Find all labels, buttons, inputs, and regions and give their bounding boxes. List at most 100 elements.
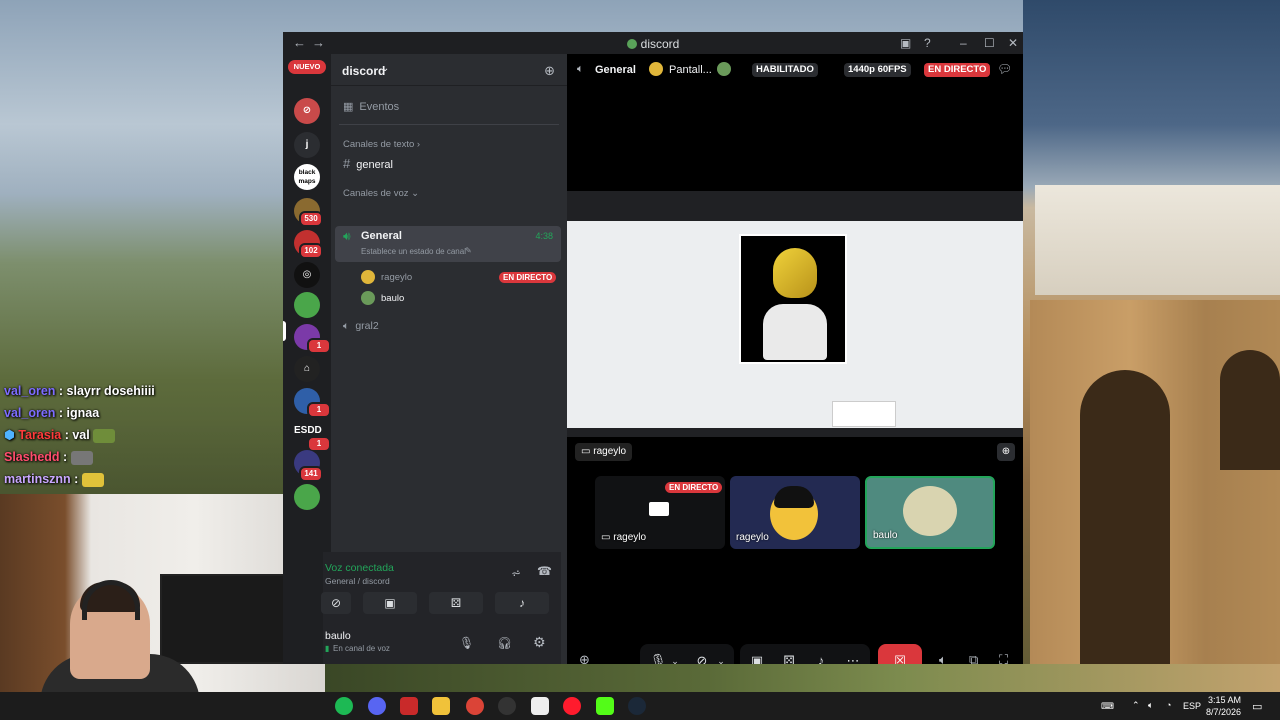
channel-general-text[interactable]: # general — [343, 156, 393, 171]
server-badge: 141 — [299, 466, 323, 482]
server-icon[interactable]: ⊘ — [294, 98, 320, 124]
speaker-icon: 🔊︎ — [343, 229, 351, 243]
notification-icon[interactable]: ▭ — [1252, 700, 1262, 713]
steam-icon[interactable] — [628, 697, 646, 715]
chrome-icon[interactable] — [466, 697, 484, 715]
voice-stage: 🔈︎ General Pantall... HABILITADO 1440p 6… — [567, 54, 1023, 664]
server-badge: 1 — [307, 338, 331, 354]
participant-tile-screen[interactable]: EN DIRECTO ▭ rageylo — [595, 476, 725, 549]
clock-time[interactable]: 3:15 AM — [1208, 695, 1241, 705]
speaker-icon: 🔈︎ — [577, 63, 584, 75]
share-screen-button[interactable]: ▣ — [746, 644, 768, 664]
stream-label: ▭ rageylo — [575, 443, 633, 461]
user-panel: baulo ▮ En canal de voz 🎙︎ 🎧︎ ⚙ — [323, 624, 561, 664]
windows-taskbar: ⌨ ⌃ 🔈︎ ◔ ESP 3:15 AM 8/7/2026 ▭ — [0, 692, 1280, 720]
participant-tile-rageylo[interactable]: rageylo — [730, 476, 860, 549]
zoom-icon[interactable]: ⊕ — [997, 443, 1015, 461]
shared-taskbar — [567, 428, 1023, 437]
network-icon[interactable]: ◔ — [1166, 700, 1171, 710]
spotify-icon[interactable] — [335, 697, 353, 715]
keyboard-icon[interactable]: ⌨ — [1101, 701, 1114, 712]
camera-button[interactable]: ⊘ — [321, 592, 351, 614]
live-badge: EN DIRECTO — [499, 272, 557, 283]
minimize-button[interactable]: – — [960, 36, 967, 50]
calendar-icon: ▦ — [343, 101, 354, 113]
mic-camera-controls: 🎙︎ ⌄ ⊘ ⌄ — [640, 644, 734, 664]
voice-member-rageylo[interactable]: rageylo — [381, 272, 412, 283]
help-icon[interactable]: ? — [924, 36, 931, 50]
server-icon-black-maps[interactable]: black maps — [294, 164, 320, 190]
server-icon[interactable]: ◎ — [294, 262, 320, 288]
quality-pill: 1440p 60FPS — [844, 63, 911, 77]
app-icon[interactable] — [531, 697, 549, 715]
activity-controls: ▣ ⚄ ♪ ⋯ — [740, 644, 870, 664]
file-explorer-icon[interactable] — [432, 697, 450, 715]
kick-icon[interactable] — [596, 697, 614, 715]
server-icon-j[interactable]: j — [294, 132, 320, 158]
discord-taskbar-icon[interactable] — [498, 697, 516, 715]
category-text-channels[interactable]: Canales de texto › — [343, 139, 420, 150]
soundboard-button[interactable]: ♪ — [810, 644, 832, 664]
soundboard-button[interactable]: ♪ — [495, 592, 549, 614]
screen-share-stream[interactable] — [567, 191, 1023, 437]
volume-tray-icon[interactable]: 🔈︎ — [1148, 700, 1153, 711]
new-badge: NUEVO — [288, 60, 326, 74]
server-icon[interactable] — [294, 484, 320, 510]
chat-icon[interactable]: 💬︎ — [997, 62, 1012, 76]
avatar — [649, 62, 663, 76]
server-icon[interactable] — [294, 292, 320, 318]
chevron-down-icon[interactable]: ⌄ — [716, 644, 726, 664]
disconnect-button[interactable]: ☒ — [878, 644, 922, 664]
share-screen-button[interactable]: ▣ — [363, 592, 417, 614]
discord-window: ←→ discord ▣ ? – ☐ ✕ NUEVO ⊘ j black map… — [283, 32, 1023, 664]
wallpaper-bottom — [325, 664, 1280, 692]
fullscreen-icon[interactable]: ⛶ — [999, 652, 1008, 664]
maximize-button[interactable]: ☐ — [984, 36, 995, 50]
category-voice-channels[interactable]: Canales de voz ⌄ — [343, 188, 419, 199]
camera-button[interactable]: ⊘ — [692, 644, 712, 664]
chevron-down-icon[interactable]: ⌄ — [670, 644, 680, 664]
close-button[interactable]: ✕ — [1008, 36, 1018, 50]
clock-date[interactable]: 8/7/2026 — [1206, 707, 1241, 717]
voice-channel-gral2[interactable]: 🔈︎ gral2 — [343, 320, 379, 333]
chat-message: ⬢ Tarasia : val — [4, 424, 284, 446]
rail-active-indicator — [283, 321, 286, 341]
server-header[interactable]: discord ⌄ ⊕ — [331, 54, 567, 86]
avatar — [361, 270, 375, 284]
wallpaper-bridge — [1030, 300, 1280, 692]
inbox-icon[interactable]: ▣ — [900, 36, 911, 50]
discord-alt-icon[interactable] — [368, 697, 386, 715]
noise-suppression-icon[interactable]: ⩫ — [511, 566, 521, 580]
participant-tile-baulo[interactable]: baulo — [865, 476, 995, 549]
add-user-icon[interactable]: ⊕ — [544, 63, 555, 79]
disconnect-icon[interactable]: ☎ — [537, 564, 552, 578]
leave-call-icon: ☒ — [894, 653, 906, 664]
discord-logo-icon — [626, 39, 637, 49]
microphone-icon[interactable]: 🎙︎ — [459, 636, 474, 650]
avatar — [903, 486, 957, 536]
server-icon[interactable]: ⌂ — [294, 356, 320, 382]
language-indicator[interactable]: ESP — [1183, 701, 1201, 711]
headphones-icon[interactable]: 🎧︎ — [497, 636, 512, 650]
activities-button[interactable]: ⚄ — [429, 592, 483, 614]
shared-browser-toolbar — [567, 191, 1023, 221]
voice-channel-general[interactable]: 🔊︎ General 4:38 Establece un estado de c… — [335, 226, 561, 262]
popout-icon[interactable]: ⧉ — [969, 652, 978, 664]
chat-message: Slashedd : — [4, 446, 284, 468]
shared-image — [739, 234, 847, 364]
events-item[interactable]: ▦ Eventos — [343, 100, 399, 113]
invite-icon[interactable]: ⊕ — [579, 652, 590, 664]
volume-icon[interactable]: 🔈︎ — [939, 652, 947, 664]
gear-icon[interactable]: ⚙ — [533, 634, 546, 651]
tray-chevron-icon[interactable]: ⌃ — [1132, 700, 1140, 711]
wallpaper-houses — [1035, 185, 1280, 295]
app-icon[interactable] — [400, 697, 418, 715]
chat-emote — [81, 472, 104, 487]
opera-icon[interactable] — [563, 697, 581, 715]
voice-member-baulo[interactable]: baulo — [381, 293, 404, 304]
more-icon[interactable]: ⋯ — [842, 644, 864, 664]
microphone-button[interactable]: 🎙︎ — [648, 644, 668, 664]
avatar — [361, 291, 375, 305]
activities-button[interactable]: ⚄ — [778, 644, 800, 664]
chat-message: val_oren : ignaa — [4, 406, 100, 420]
